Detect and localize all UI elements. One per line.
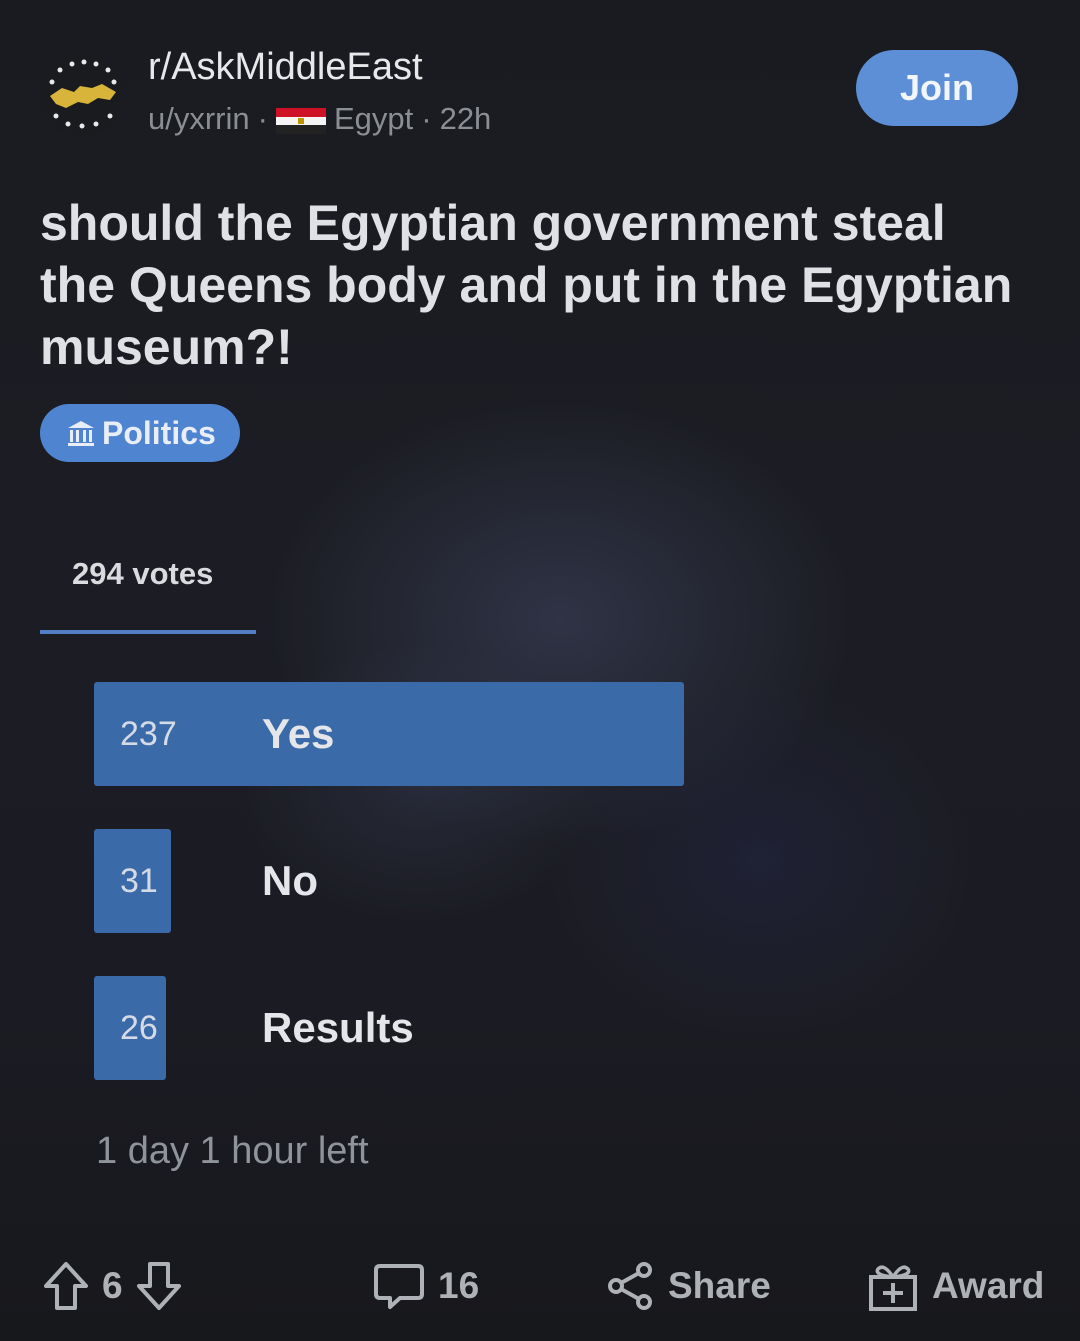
award-button[interactable]: Award bbox=[866, 1258, 1044, 1314]
post-flair[interactable]: Politics bbox=[40, 404, 240, 462]
join-button[interactable]: Join bbox=[856, 50, 1018, 126]
comment-count: 16 bbox=[438, 1265, 480, 1306]
poll-option-count: 31 bbox=[120, 861, 158, 900]
poll-option-label: No bbox=[262, 857, 318, 904]
egypt-flag-icon bbox=[275, 106, 326, 134]
bank-icon bbox=[64, 416, 98, 450]
share-icon bbox=[604, 1260, 656, 1312]
post-title[interactable]: should the Egyptian government steal the… bbox=[40, 192, 1030, 378]
poll-option-label: Yes bbox=[262, 710, 335, 757]
reddit-post: r/AskMiddleEast u/yxrrin · Egypt · 22h J… bbox=[0, 0, 1080, 1341]
poll-option-bar bbox=[94, 682, 684, 786]
subreddit-avatar-icon[interactable] bbox=[40, 52, 124, 136]
subreddit-name[interactable]: r/AskMiddleEast bbox=[148, 46, 423, 89]
award-icon bbox=[866, 1259, 920, 1313]
award-label: Award bbox=[932, 1265, 1045, 1306]
post-meta: u/yxrrin · Egypt · 22h bbox=[148, 101, 491, 137]
share-button[interactable]: Share bbox=[604, 1258, 771, 1314]
user-flair-country: Egypt bbox=[333, 101, 414, 136]
meta-separator: · bbox=[421, 101, 432, 136]
poll-option-count: 237 bbox=[120, 714, 177, 753]
author-username[interactable]: u/yxrrin bbox=[148, 101, 250, 137]
poll-option-count: 26 bbox=[120, 1008, 158, 1047]
poll-time-left: 1 day 1 hour left bbox=[96, 1130, 369, 1172]
poll-votes-tab[interactable]: 294 votes bbox=[72, 556, 213, 592]
meta-separator: · bbox=[257, 101, 268, 136]
upvote-icon[interactable] bbox=[42, 1260, 90, 1312]
comment-icon bbox=[372, 1260, 426, 1312]
tab-underline bbox=[40, 630, 256, 634]
poll-option-label: Results bbox=[262, 1004, 414, 1051]
post-score: 6 bbox=[102, 1265, 123, 1306]
comments-button[interactable]: 16 bbox=[372, 1258, 479, 1314]
post-age: 22h bbox=[439, 101, 492, 136]
share-label: Share bbox=[668, 1265, 771, 1306]
post-flair-label: Politics bbox=[102, 414, 216, 451]
vote-controls: 6 bbox=[42, 1258, 183, 1314]
downvote-icon[interactable] bbox=[135, 1260, 183, 1312]
